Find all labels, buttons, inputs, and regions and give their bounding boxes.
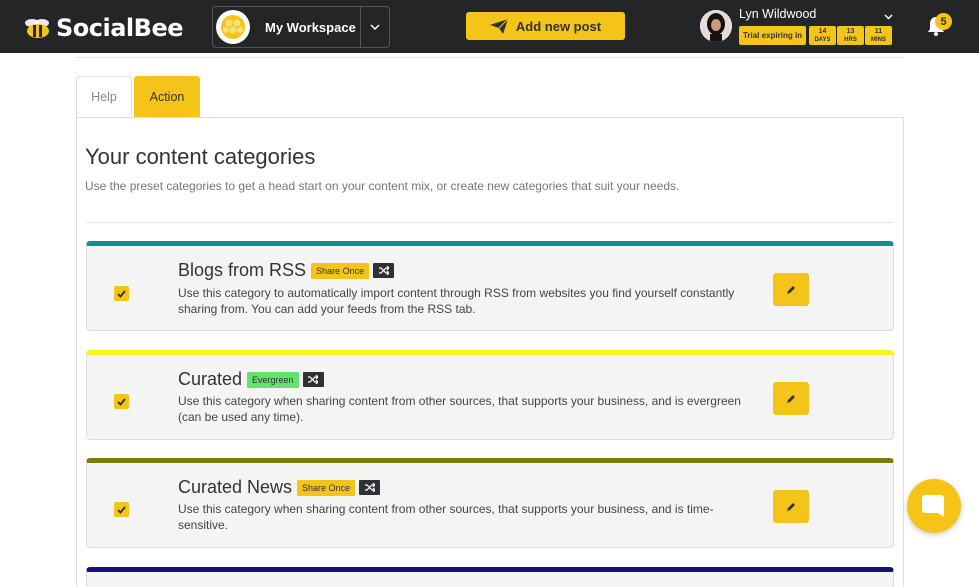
trial-label: Trial expiring in bbox=[739, 26, 806, 45]
trial-hours: 13 HRS bbox=[837, 26, 864, 45]
page-subtitle: Use the preset categories to get a head … bbox=[85, 179, 680, 193]
trial-days: 14 DAYS bbox=[809, 26, 836, 45]
workspace-selector[interactable]: My Workspace bbox=[212, 6, 390, 48]
category-checkbox[interactable] bbox=[114, 394, 129, 409]
category-description: Use this category to automatically impor… bbox=[178, 286, 735, 316]
category-title-row: Curated Evergreen bbox=[178, 369, 324, 390]
evergreen-badge: Evergreen bbox=[247, 371, 299, 388]
add-new-post-button[interactable]: Add new post bbox=[466, 12, 625, 40]
edit-category-button[interactable] bbox=[773, 490, 809, 523]
chat-bubble-icon bbox=[922, 495, 944, 517]
trial-minutes: 11 MINS bbox=[865, 26, 892, 45]
category-checkbox[interactable] bbox=[114, 502, 129, 517]
category-title: Curated bbox=[178, 369, 243, 389]
category-title-row: Curated News Share Once bbox=[178, 477, 381, 498]
edit-category-button[interactable] bbox=[773, 273, 809, 306]
chevron-down-icon[interactable] bbox=[884, 7, 893, 25]
workspace-logo bbox=[216, 10, 250, 44]
checkmark-icon bbox=[117, 289, 126, 298]
category-description: Use this category when sharing content f… bbox=[178, 502, 714, 532]
pencil-icon bbox=[787, 502, 795, 511]
app-name: SocialBee bbox=[56, 14, 184, 42]
category-title: Blogs from RSS bbox=[178, 260, 307, 280]
user-name[interactable]: Lyn Wildwood bbox=[739, 7, 816, 21]
paper-plane-icon bbox=[489, 18, 508, 34]
category-title: Curated News bbox=[178, 477, 293, 497]
pencil-icon bbox=[787, 394, 795, 403]
category-card-partial bbox=[86, 567, 894, 587]
edit-category-button[interactable] bbox=[773, 382, 809, 415]
user-avatar[interactable] bbox=[700, 10, 732, 42]
divider bbox=[86, 222, 894, 223]
pencil-icon bbox=[787, 285, 795, 294]
app-logo[interactable]: SocialBee bbox=[22, 13, 184, 43]
notification-count-badge[interactable]: 5 bbox=[935, 13, 952, 30]
category-card-curated-news: Curated News Share Once Use this categor… bbox=[86, 458, 894, 548]
share-once-badge: Share Once bbox=[311, 262, 370, 279]
tab-action[interactable]: Action bbox=[134, 76, 200, 117]
category-checkbox[interactable] bbox=[114, 286, 129, 301]
top-navbar: SocialBee My Workspace Add new post Lyn … bbox=[0, 0, 979, 53]
chevron-down-icon[interactable] bbox=[361, 24, 389, 30]
checkmark-icon bbox=[117, 505, 126, 514]
category-description: Use this category when sharing content f… bbox=[178, 394, 741, 424]
category-card-blogs-from-rss: Blogs from RSS Share Once Use this categ… bbox=[86, 241, 894, 331]
divider bbox=[76, 57, 904, 58]
shuffle-icon bbox=[359, 480, 381, 495]
add-new-post-label: Add new post bbox=[515, 18, 602, 34]
category-card-curated: Curated Evergreen Use this category when… bbox=[86, 350, 894, 440]
share-once-badge: Share Once bbox=[297, 479, 356, 496]
page-title: Your content categories bbox=[85, 144, 316, 169]
shuffle-icon bbox=[373, 263, 395, 278]
chat-button[interactable] bbox=[907, 479, 961, 533]
category-title-row: Blogs from RSS Share Once bbox=[178, 260, 395, 281]
honeycomb-icon bbox=[221, 15, 245, 39]
shuffle-icon bbox=[302, 372, 324, 387]
tab-help[interactable]: Help bbox=[76, 76, 132, 117]
bee-icon bbox=[22, 16, 54, 40]
workspace-name: My Workspace bbox=[265, 19, 356, 35]
checkmark-icon bbox=[117, 397, 126, 406]
